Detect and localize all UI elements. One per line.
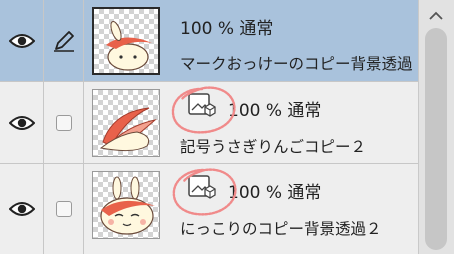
layer-blend-info: 100 % 通常	[228, 96, 321, 121]
visibility-toggle[interactable]	[0, 164, 44, 254]
eye-icon	[8, 115, 35, 130]
layer-blend-mode: 通常	[287, 183, 322, 203]
visibility-toggle[interactable]	[0, 82, 44, 163]
layer-opacity: 100 %	[180, 19, 235, 39]
layer-checkbox[interactable]	[55, 201, 72, 217]
layer-opacity: 100 %	[228, 101, 283, 121]
pen-icon	[53, 30, 74, 52]
layer-thumbnail	[92, 7, 160, 75]
eye-icon	[8, 33, 35, 48]
layer-thumbnail	[92, 171, 160, 239]
layer-list-scrollbar[interactable]	[418, 0, 454, 254]
layer-opacity: 100 %	[228, 183, 283, 203]
rabbit-mark-thumbnail	[106, 21, 152, 71]
layer-name: 記号うさぎりんごコピー２	[180, 138, 367, 156]
scroll-up-button[interactable]	[423, 6, 449, 24]
layer-thumbnail	[92, 89, 160, 157]
layer-row[interactable]: 100 % 通常 記号うさぎりんごコピー２	[0, 82, 418, 164]
rabbit-ears-thumbnail	[99, 107, 157, 152]
layer-blend-info: 100 % 通常	[180, 14, 273, 39]
visibility-toggle[interactable]	[0, 0, 44, 81]
layer-row[interactable]: 100 % 通常 にっこりのコピー背景透過２	[0, 164, 418, 254]
layer-checkbox[interactable]	[55, 114, 72, 131]
edit-target-toggle[interactable]	[44, 164, 84, 254]
chevron-up-icon	[429, 11, 443, 20]
layer-blend-mode: 通常	[239, 19, 274, 39]
scrollbar-thumb[interactable]	[425, 28, 447, 250]
layer-blend-info: 100 % 通常	[228, 178, 321, 203]
edit-target-toggle[interactable]	[44, 82, 84, 163]
layer-name: マークおっけーのコピー背景透過	[180, 55, 413, 73]
eye-icon	[8, 202, 35, 216]
layer-name: にっこりのコピー背景透過２	[180, 220, 382, 238]
layer-list: 100 % 通常 マークおっけーのコピー背景透過 100 % 通常 記号うさぎり…	[0, 0, 418, 254]
layer-property-icon[interactable]	[188, 93, 216, 119]
layer-blend-mode: 通常	[287, 101, 322, 121]
layer-property-icon[interactable]	[188, 175, 216, 201]
smiling-rabbit-thumbnail	[100, 176, 155, 235]
layer-row[interactable]: 100 % 通常 マークおっけーのコピー背景透過	[0, 0, 418, 82]
edit-target-toggle[interactable]	[44, 0, 84, 81]
